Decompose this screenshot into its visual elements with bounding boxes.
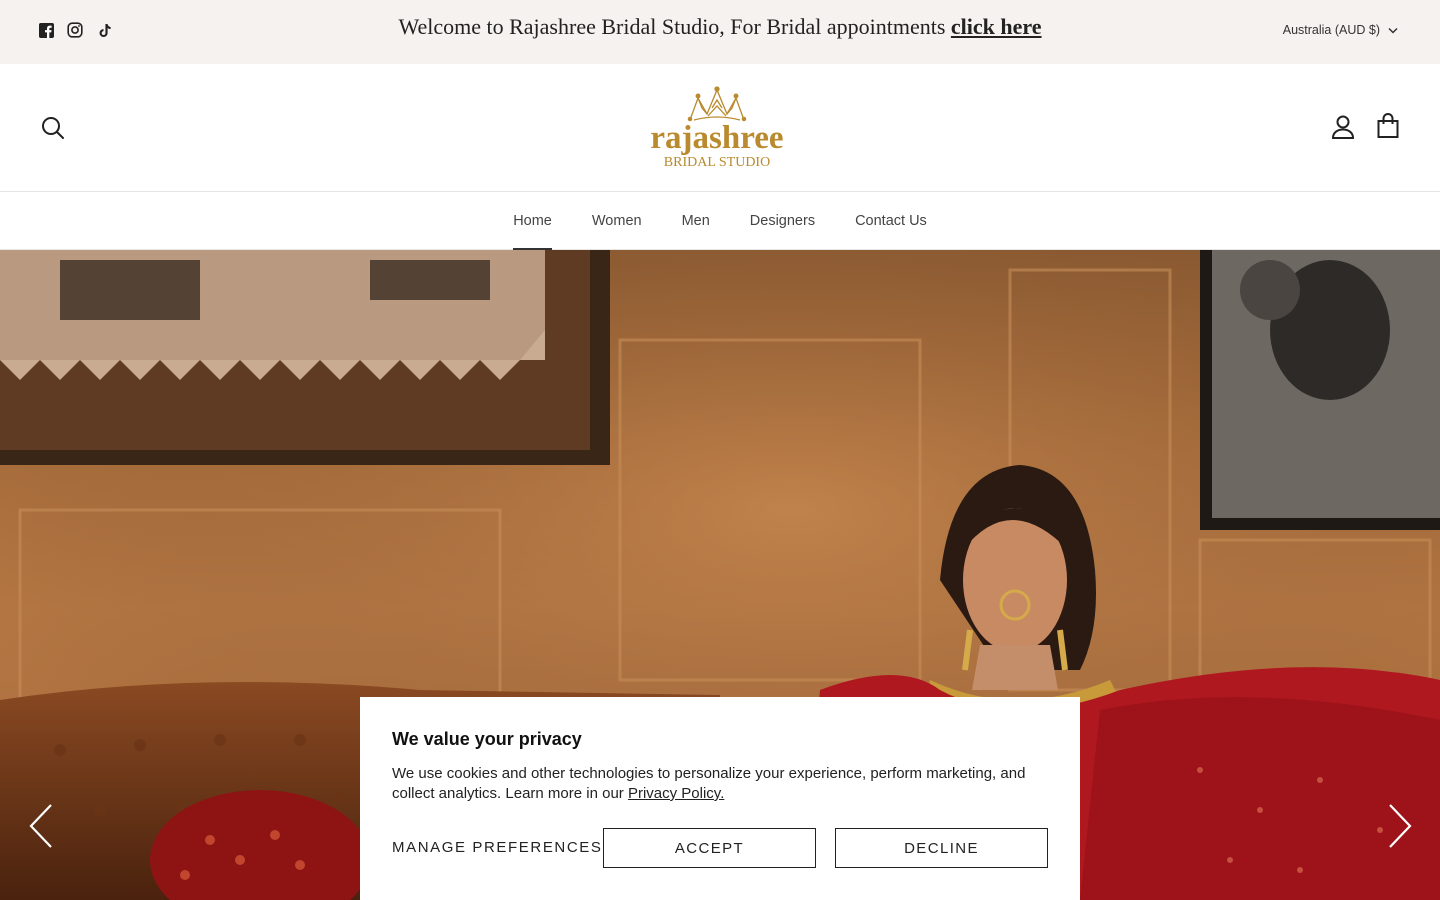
cookie-actions: MANAGE PREFERENCES ACCEPT DECLINE — [392, 828, 1048, 868]
search-button[interactable] — [40, 115, 66, 141]
search-icon — [42, 117, 64, 139]
logo-subtitle: BRIDAL STUDIO — [664, 155, 770, 170]
decline-button[interactable]: DECLINE — [835, 828, 1048, 868]
account-button[interactable] — [1330, 114, 1356, 140]
manage-preferences-button[interactable]: MANAGE PREFERENCES — [392, 828, 603, 868]
nav-item-men[interactable]: Men — [682, 192, 710, 250]
nav-item-designers[interactable]: Designers — [750, 192, 815, 250]
cookie-title: We value your privacy — [392, 729, 582, 749]
locale-label: Australia (AUD $) — [1282, 23, 1380, 37]
site-header: rajashree BRIDAL STUDIO — [0, 64, 1440, 192]
privacy-policy-link[interactable]: Privacy Policy. — [628, 785, 724, 802]
cookie-consent-dialog: We value your privacy We use cookies and… — [360, 697, 1080, 900]
appointment-link[interactable]: click here — [951, 14, 1042, 39]
main-navigation: Home Women Men Designers Contact Us — [0, 191, 1440, 250]
next-slide-button[interactable] — [1386, 803, 1414, 849]
chevron-left-icon — [29, 804, 52, 848]
cookie-message: We use cookies and other technologies to… — [392, 764, 1042, 804]
logo-wordmark: rajashree — [650, 120, 783, 156]
nav-item-contact-us[interactable]: Contact Us — [855, 192, 927, 250]
announcement-text: Welcome to Rajashree Bridal Studio, For … — [0, 14, 1440, 40]
announcement-bar: Welcome to Rajashree Bridal Studio, For … — [0, 0, 1440, 64]
announcement-message: Welcome to Rajashree Bridal Studio, For … — [398, 14, 951, 39]
account-icon — [1331, 115, 1355, 139]
chevron-down-icon — [1388, 23, 1398, 37]
chevron-right-icon — [1389, 804, 1412, 848]
accept-button[interactable]: ACCEPT — [603, 828, 816, 868]
crown-icon — [687, 86, 747, 122]
previous-slide-button[interactable] — [27, 803, 55, 849]
locale-selector[interactable]: Australia (AUD $) — [1283, 23, 1398, 37]
nav-item-home[interactable]: Home — [513, 192, 552, 250]
nav-item-women[interactable]: Women — [592, 192, 642, 250]
site-logo[interactable]: rajashree BRIDAL STUDIO — [650, 86, 784, 170]
cart-button[interactable] — [1376, 113, 1400, 139]
shopping-bag-icon — [1377, 113, 1399, 138]
